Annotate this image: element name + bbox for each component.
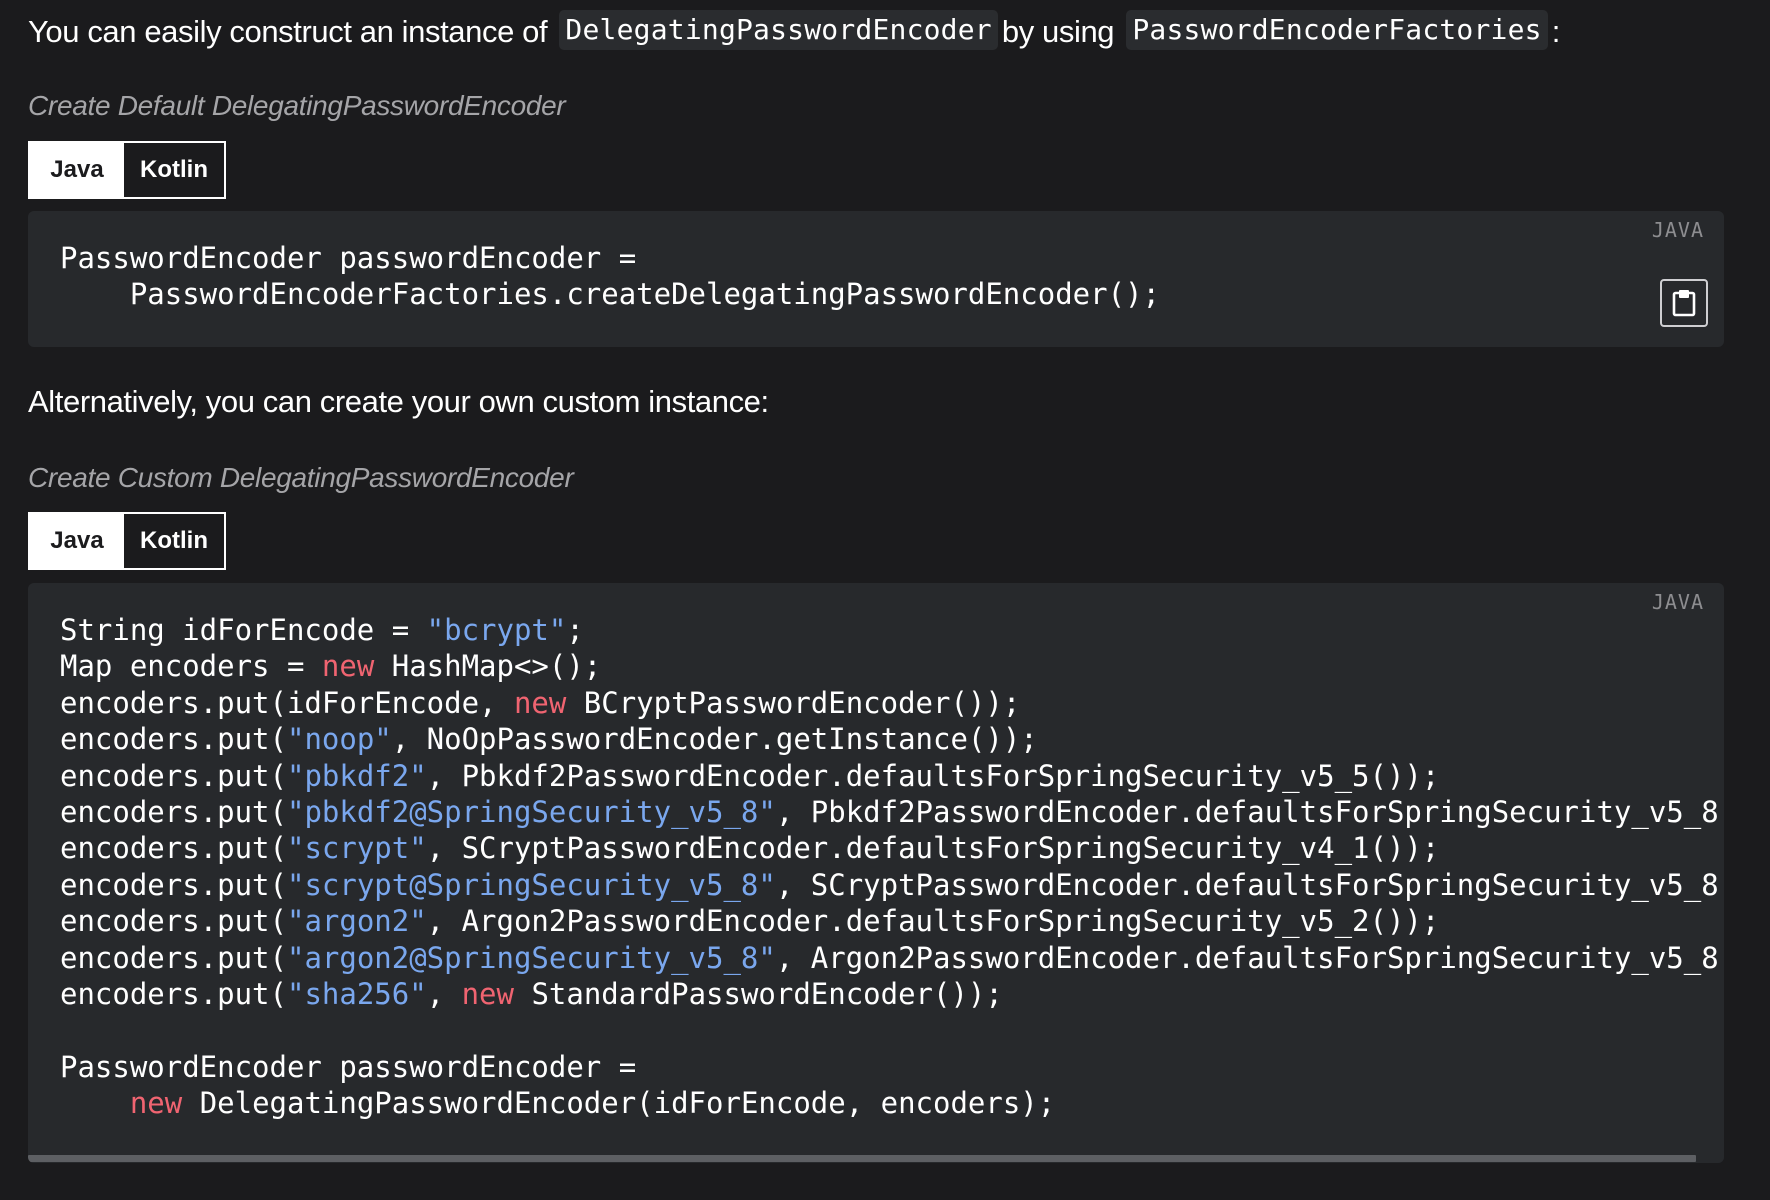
intro-text-before: You can easily construct an instance of — [28, 14, 548, 49]
code-text: PasswordEncoder passwordEncoder = — [60, 1049, 637, 1084]
clipboard-icon — [1672, 290, 1696, 317]
intro-paragraph: You can easily construct an instance of … — [28, 10, 1560, 54]
code-text: , NoOpPasswordEncoder.getInstance()); — [391, 722, 1038, 757]
horizontal-scrollbar[interactable] — [28, 1153, 1724, 1163]
code-string: "argon2@SpringSecurity_v5_8" — [286, 940, 776, 975]
code-string: "argon2" — [286, 904, 427, 939]
code-language-label: JAVA — [1651, 218, 1704, 242]
code-text: encoders.put( — [60, 904, 287, 939]
section1-caption: Create Default DelegatingPasswordEncoder — [28, 90, 566, 121]
alternative-paragraph: Alternatively, you can create your own c… — [28, 384, 769, 419]
section2-code-block: JAVA String idForEncode = "bcrypt"; Map e… — [28, 583, 1724, 1163]
code-text: encoders.put( — [60, 867, 287, 902]
section1-language-tabs: Java Kotlin — [28, 141, 226, 199]
code-text: , Pbkdf2PasswordEncoder.defaultsForSprin… — [775, 794, 1724, 829]
code-line: encoders.put("argon2", Argon2PasswordEnc… — [60, 903, 1724, 939]
code-text: DelegatingPasswordEncoder(idForEncode, e… — [182, 1086, 1056, 1121]
code-text: encoders.put( — [60, 722, 287, 757]
scrollbar-thumb[interactable] — [28, 1155, 1696, 1162]
code-keyword: new — [513, 685, 567, 720]
code-text: Map encoders = — [60, 649, 322, 684]
section2-caption: Create Custom DelegatingPasswordEncoder — [28, 462, 574, 493]
code-text: String idForEncode = — [60, 613, 427, 647]
code-string: "noop" — [286, 722, 392, 757]
tab-kotlin[interactable]: Kotlin — [124, 514, 224, 568]
code-line: encoders.put("pbkdf2", Pbkdf2PasswordEnc… — [60, 758, 1724, 794]
code-keyword: new — [129, 1086, 183, 1121]
inline-code-encoder-factories: PasswordEncoderFactories — [1126, 10, 1548, 50]
code-line: new DelegatingPasswordEncoder(idForEncod… — [60, 1085, 1724, 1121]
code-text: , Argon2PasswordEncoder.defaultsForSprin… — [775, 940, 1724, 975]
code-text: encoders.put( — [60, 794, 287, 829]
code-content: PasswordEncoder passwordEncoder = Passwo… — [60, 240, 1160, 313]
code-line: encoders.put("argon2@SpringSecurity_v5_8… — [60, 940, 1724, 976]
code-language-label: JAVA — [1651, 590, 1704, 614]
code-text: HashMap<>(); — [374, 649, 602, 684]
code-string: "pbkdf2" — [286, 758, 427, 793]
code-line: encoders.put(idForEncode, new BCryptPass… — [60, 685, 1724, 721]
code-line: encoders.put("sha256", new StandardPassw… — [60, 976, 1724, 1012]
inline-code-delegating-encoder: DelegatingPasswordEncoder — [559, 10, 998, 50]
code-text: , SCryptPasswordEncoder.defaultsForSprin… — [775, 867, 1724, 902]
code-line: PasswordEncoder passwordEncoder = — [60, 241, 637, 275]
code-text: , Argon2PasswordEncoder.defaultsForSprin… — [426, 904, 1440, 939]
code-line: String idForEncode = "bcrypt"; — [60, 612, 1724, 648]
code-line: PasswordEncoderFactories.createDelegatin… — [60, 277, 1160, 312]
code-text: , SCryptPasswordEncoder.defaultsForSprin… — [426, 831, 1440, 866]
code-text: encoders.put( — [60, 976, 287, 1011]
tab-kotlin[interactable]: Kotlin — [124, 143, 224, 197]
code-text: encoders.put( — [60, 940, 287, 975]
code-string: "pbkdf2@SpringSecurity_v5_8" — [286, 794, 776, 829]
code-line: PasswordEncoder passwordEncoder = — [60, 1049, 1724, 1085]
code-text: BCryptPasswordEncoder()); — [566, 685, 1021, 720]
code-line: encoders.put("scrypt", SCryptPasswordEnc… — [60, 830, 1724, 866]
code-line: encoders.put("noop", NoOpPasswordEncoder… — [60, 721, 1724, 757]
code-text: encoders.put(idForEncode, — [60, 685, 514, 720]
tab-java[interactable]: Java — [30, 514, 124, 568]
code-string: "scrypt@SpringSecurity_v5_8" — [286, 867, 776, 902]
code-text: encoders.put( — [60, 831, 287, 866]
tab-java[interactable]: Java — [30, 143, 124, 197]
code-keyword: new — [461, 976, 514, 1011]
code-content: String idForEncode = "bcrypt"; Map encode… — [60, 612, 1724, 1121]
code-text: , Pbkdf2PasswordEncoder.defaultsForSprin… — [426, 758, 1440, 793]
code-text: encoders.put( — [60, 758, 287, 793]
code-text: , — [426, 976, 462, 1011]
code-text: ; — [566, 613, 584, 647]
section2-language-tabs: Java Kotlin — [28, 512, 226, 570]
code-string: "sha256" — [286, 976, 427, 1011]
section1-code-block: JAVA PasswordEncoder passwordEncoder = P… — [28, 211, 1724, 347]
intro-text-after: : — [1551, 14, 1561, 49]
code-string: "bcrypt" — [426, 613, 567, 647]
code-line: encoders.put("pbkdf2@SpringSecurity_v5_8… — [60, 794, 1724, 830]
code-line: Map encoders = new HashMap<>(); — [60, 648, 1724, 684]
code-string: "scrypt" — [286, 831, 427, 866]
code-keyword: new — [321, 649, 375, 684]
code-line: encoders.put("scrypt@SpringSecurity_v5_8… — [60, 867, 1724, 903]
code-text: StandardPasswordEncoder()); — [513, 976, 1003, 1011]
intro-text-middle: by using — [1001, 14, 1115, 49]
copy-code-button[interactable] — [1660, 279, 1708, 327]
